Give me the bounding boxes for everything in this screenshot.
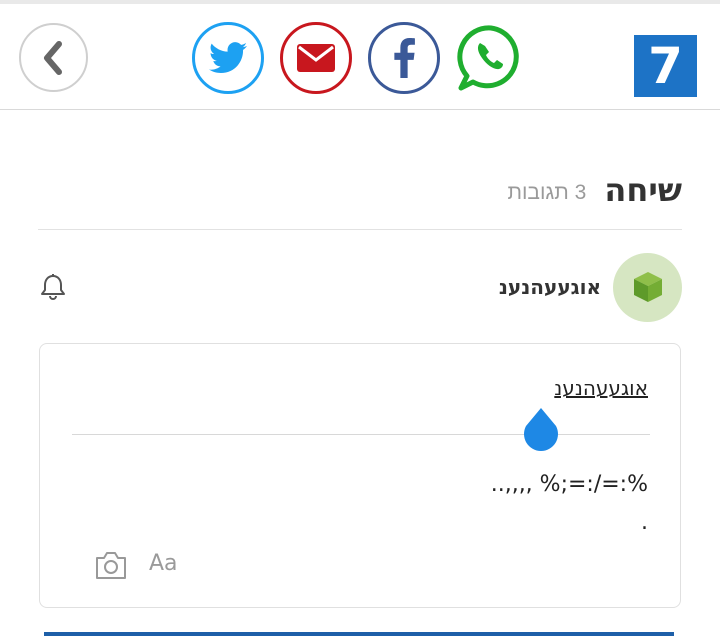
notification-bell-button[interactable] [38,272,68,302]
text-selection-handle[interactable] [521,406,561,454]
facebook-icon [394,38,415,78]
comment-editor[interactable]: אוגעעהנענ %:=/:=;% ,,,,.. . Aa [39,343,681,608]
share-twitter-button[interactable] [192,22,264,94]
divider [72,434,650,435]
back-button[interactable] [19,23,88,92]
twitter-icon [209,42,247,74]
bell-icon [41,274,65,300]
share-facebook-button[interactable] [368,22,440,94]
top-bar: 7 [0,4,720,110]
cube-icon [633,272,662,302]
discussion-header: שיחה 3 תגובות [38,160,682,230]
whatsapp-icon [457,25,519,91]
add-photo-button[interactable] [94,549,128,581]
page-title: שיחה [604,170,682,209]
selection-drop-icon [524,408,558,451]
mail-icon [297,44,335,72]
user-row: אוגעעהנענ [38,252,682,322]
username[interactable]: אוגעעהנענ [499,275,601,299]
share-whatsapp-button[interactable] [455,22,527,94]
camera-icon [96,552,126,579]
bottom-edge [44,632,674,636]
text-format-button[interactable]: Aa [149,551,178,576]
mention-link[interactable]: אוגעעהנענ [554,376,648,400]
site-logo[interactable]: 7 [634,35,697,97]
avatar[interactable] [613,252,682,322]
chevron-left-icon [43,40,62,75]
comment-text[interactable]: %:=/:=;% ,,,,.. . [88,466,648,542]
reply-count: 3 תגובות [507,180,587,204]
share-email-button[interactable] [280,22,352,94]
